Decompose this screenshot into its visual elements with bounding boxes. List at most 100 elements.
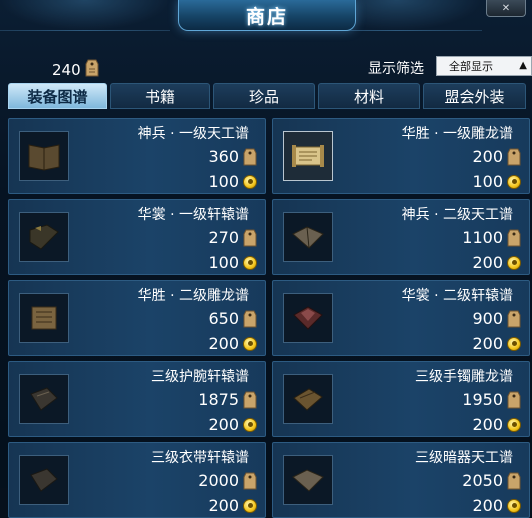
item-price: 360 [208,147,257,166]
shop-item-card[interactable]: 三级衣带轩辕谱 2000 200 [8,442,266,518]
book-icon [293,306,323,330]
price-value: 1100 [462,228,503,247]
item-name: 三级护腕轩辕谱 [151,369,249,385]
item-name: 华胜 · 二级雕龙谱 [137,288,249,304]
points-value: 200 [208,415,239,434]
points-value: 200 [208,496,239,515]
points-value: 200 [208,334,239,353]
item-name: 三级暗器天工谱 [415,450,513,466]
item-price: 2050 [462,471,521,490]
item-points: 100 [208,253,257,272]
shop-item-card[interactable]: 三级手镯雕龙谱 1950 200 [272,361,530,437]
tab-label: 装备图谱 [27,87,88,106]
token-tag-icon [243,229,257,246]
tab-label: 盟会外装 [444,87,505,106]
item-points: 200 [472,415,521,434]
item-price: 1100 [462,228,521,247]
gold-coin-icon [243,174,257,189]
tab-label: 材料 [353,87,384,106]
points-value: 200 [472,253,503,272]
filter-dropdown[interactable]: 全部显示 ▲ [436,56,532,76]
price-value: 360 [208,147,239,166]
tab-treasures[interactable]: 珍品 [213,83,315,109]
shop-item-card[interactable]: 华裳 · 一级轩辕谱 270 100 [8,199,266,275]
shop-item-card[interactable]: 三级护腕轩辕谱 1875 200 [8,361,266,437]
item-name: 华胜 · 一级雕龙谱 [401,126,513,142]
currency-amount: 240 [52,61,81,79]
item-grid: 神兵 · 一级天工谱 360 100 华胜 · 一级雕龙谱 200 100 华裳… [8,118,532,518]
window-title: 商店 [245,5,288,28]
gold-coin-icon [243,417,257,432]
book-icon [292,469,324,492]
close-icon: ✕ [501,2,511,14]
currency-display: 240 [52,59,99,81]
token-tag-icon [243,148,257,165]
item-points: 200 [472,253,521,272]
shop-item-card[interactable]: 华裳 · 二级轩辕谱 900 200 [272,280,530,356]
tab-books[interactable]: 书籍 [110,83,210,109]
gold-coin-icon [243,255,257,270]
item-points: 200 [472,496,521,515]
book-icon [30,387,58,411]
token-tag-icon [507,229,521,246]
item-name: 三级手镯雕龙谱 [415,369,513,385]
book-icon [292,226,324,249]
item-thumbnail [19,455,69,505]
gold-coin-icon [507,336,521,351]
tab-label: 珍品 [248,87,279,106]
gold-coin-icon [243,336,257,351]
item-points: 100 [208,172,257,191]
item-price: 2000 [198,471,257,490]
price-value: 650 [208,309,239,328]
gold-coin-icon [507,417,521,432]
tab-equipment-blueprints[interactable]: 装备图谱 [8,83,107,109]
token-tag-icon [243,391,257,408]
book-icon [28,144,60,171]
price-value: 270 [208,228,239,247]
shop-item-card[interactable]: 华胜 · 二级雕龙谱 650 200 [8,280,266,356]
points-value: 200 [472,415,503,434]
gold-coin-icon [243,498,257,513]
item-thumbnail [283,293,333,343]
price-value: 2000 [198,471,239,490]
shop-item-card[interactable]: 神兵 · 二级天工谱 1100 200 [272,199,530,275]
item-thumbnail [19,212,69,262]
filter-selected-value: 全部显示 [449,60,493,73]
item-price: 900 [472,309,521,328]
item-price: 1875 [198,390,257,409]
token-tag-icon [85,59,99,81]
title-plate: 商店 [178,0,356,31]
category-tabs: 装备图谱 书籍 珍品 材料 盟会外装 [8,83,532,109]
shop-item-card[interactable]: 三级暗器天工谱 2050 200 [272,442,530,518]
points-value: 200 [472,496,503,515]
item-thumbnail [283,455,333,505]
header-ornament-left [0,0,170,31]
book-icon [31,306,57,330]
item-price: 200 [472,147,521,166]
token-tag-icon [507,472,521,489]
tab-guild-outfits[interactable]: 盟会外装 [423,83,526,109]
tab-materials[interactable]: 材料 [318,83,420,109]
scroll-icon [292,145,324,167]
tab-label: 书籍 [144,87,175,106]
gold-coin-icon [507,174,521,189]
item-thumbnail [19,293,69,343]
item-points: 100 [472,172,521,191]
price-value: 1950 [462,390,503,409]
token-tag-icon [507,148,521,165]
price-value: 200 [472,147,503,166]
item-name: 神兵 · 二级天工谱 [401,207,513,223]
item-points: 200 [208,415,257,434]
item-thumbnail [283,212,333,262]
points-value: 100 [208,172,239,191]
price-value: 2050 [462,471,503,490]
shop-item-card[interactable]: 神兵 · 一级天工谱 360 100 [8,118,266,194]
gold-coin-icon [507,498,521,513]
close-button[interactable]: ✕ [486,0,526,17]
item-points: 200 [208,334,257,353]
item-name: 华裳 · 一级轩辕谱 [137,207,249,223]
item-points: 200 [472,334,521,353]
item-price: 1950 [462,390,521,409]
token-tag-icon [507,391,521,408]
shop-item-card[interactable]: 华胜 · 一级雕龙谱 200 100 [272,118,530,194]
